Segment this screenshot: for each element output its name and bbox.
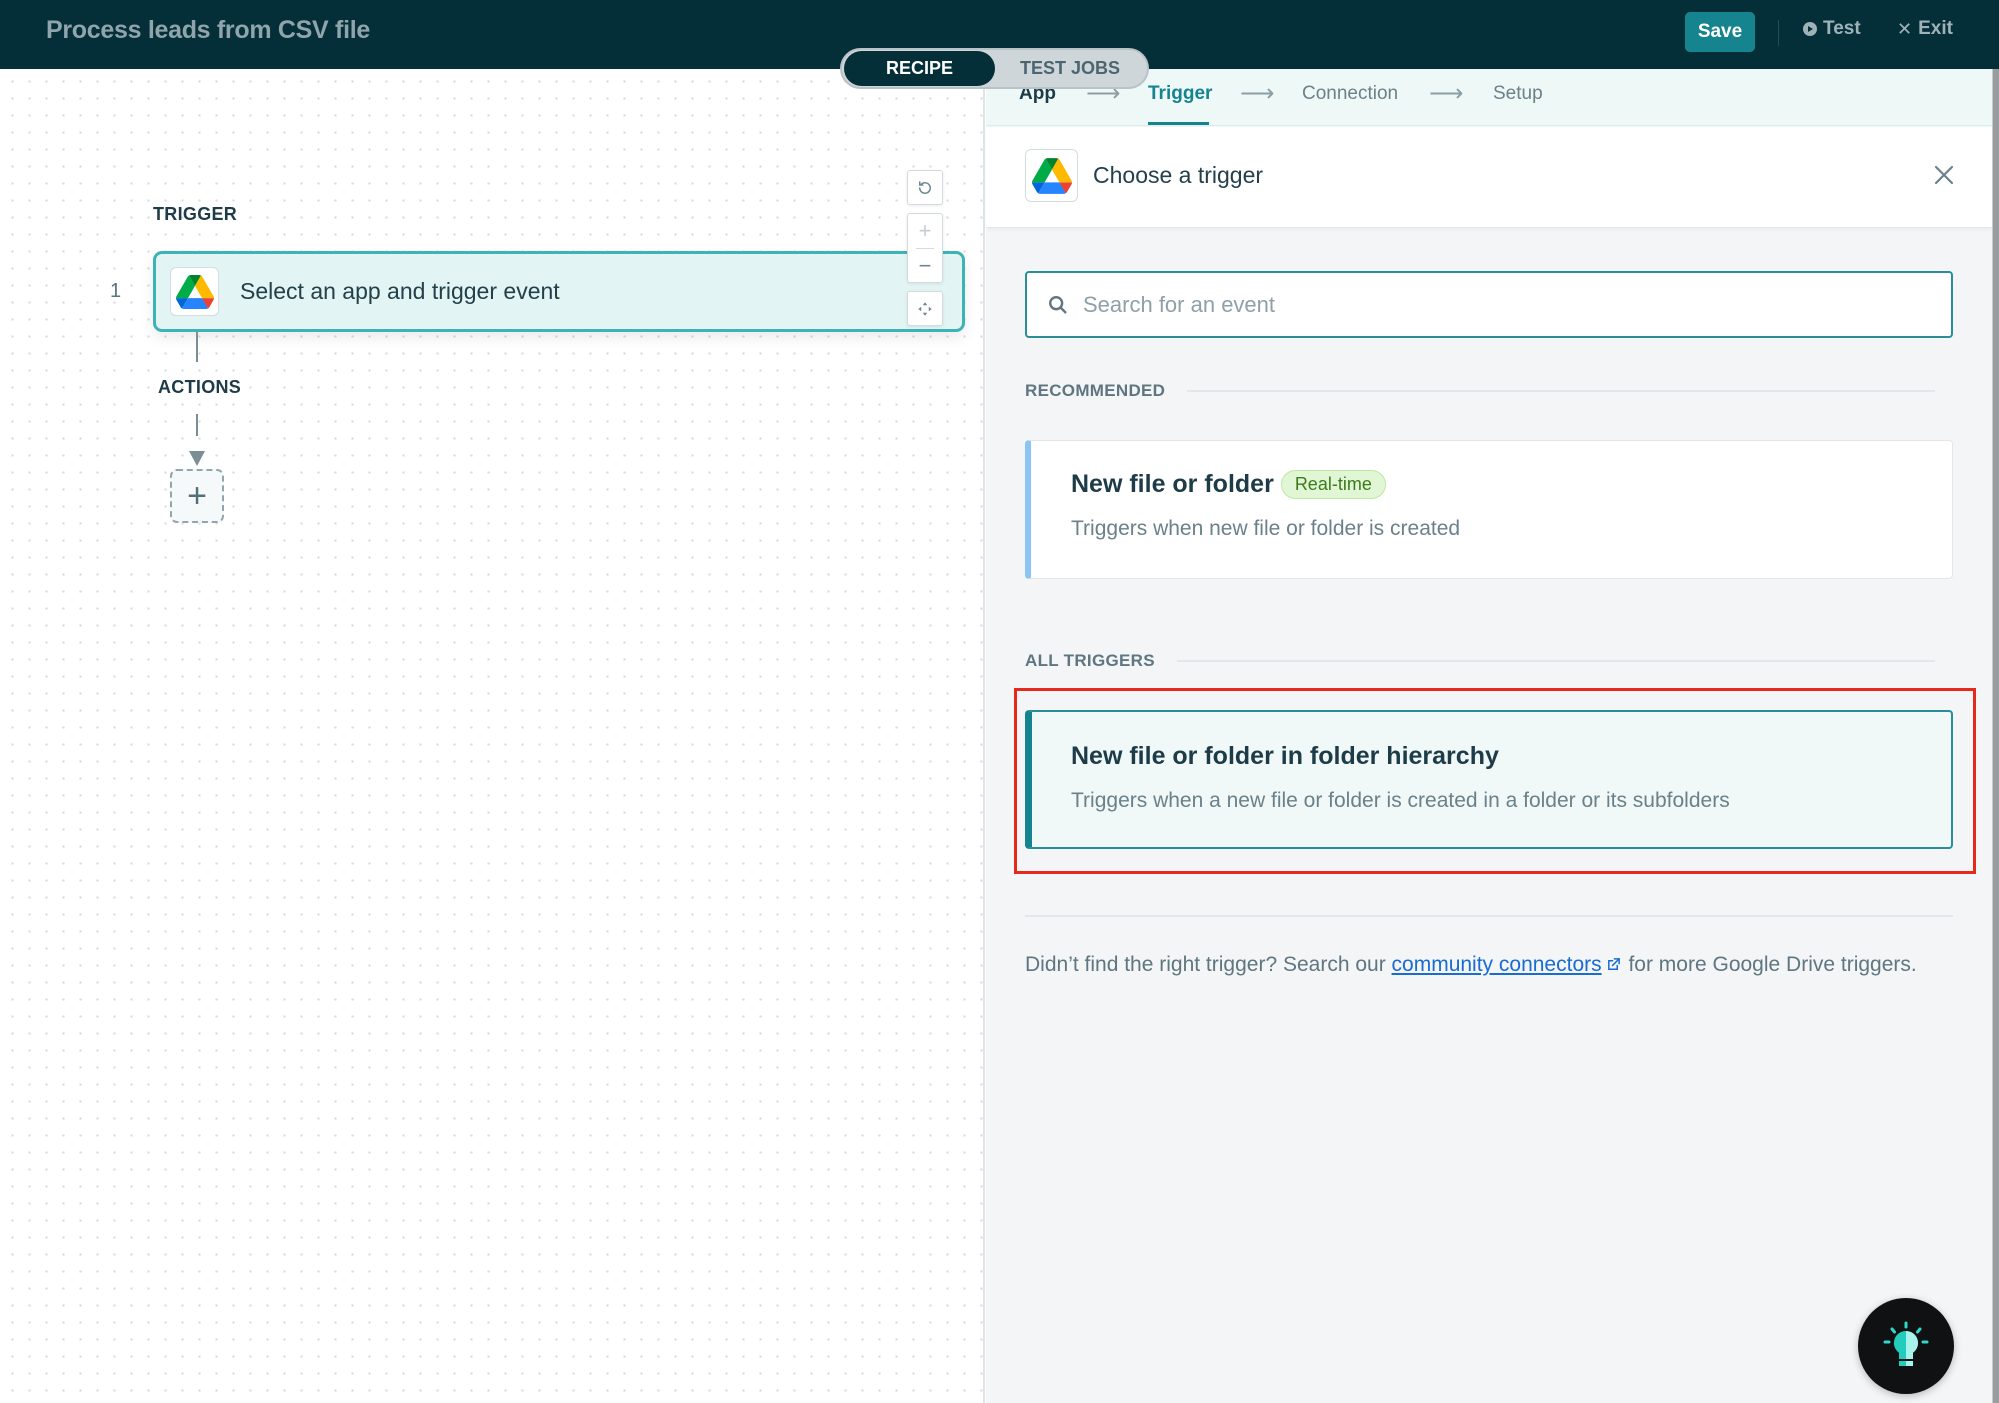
- panel-scrollbar[interactable]: [1992, 69, 1999, 1403]
- footer-text-before: Didn’t find the right trigger? Search ou…: [1025, 953, 1392, 976]
- connector-line: [196, 332, 198, 362]
- actions-section-label: ACTIONS: [158, 377, 242, 397]
- trigger-option-new-file-or-folder-in-hierarchy[interactable]: New file or folder in folder hierarchy T…: [1025, 710, 1953, 849]
- tab-test-jobs[interactable]: TEST JOBS: [995, 51, 1145, 86]
- zoom-control-group: + −: [907, 213, 943, 283]
- close-panel-button[interactable]: [1929, 160, 1959, 190]
- search-icon: [1049, 295, 1067, 314]
- trigger-option-description: Triggers when a new file or folder is cr…: [1071, 789, 1730, 812]
- trigger-option-description: Triggers when new file or folder is crea…: [1071, 517, 1461, 540]
- tab-recipe[interactable]: RECIPE: [844, 51, 995, 86]
- wizard-step-connection[interactable]: Connection: [1302, 83, 1398, 105]
- reset-icon: [919, 180, 931, 194]
- arrow-right-icon: ⟶: [1240, 80, 1275, 107]
- trigger-option-title: New file or folder Real-time: [1071, 470, 1386, 499]
- close-icon: ✕: [1897, 18, 1913, 39]
- divider: [1176, 660, 1935, 662]
- google-drive-icon: [170, 267, 219, 316]
- arrow-right-icon: ⟶: [1429, 80, 1464, 107]
- toolbar-divider: [1778, 20, 1779, 46]
- fit-to-screen-button[interactable]: [907, 291, 943, 326]
- mode-toggle: RECIPE TEST JOBS: [840, 48, 1149, 89]
- recipe-canvas[interactable]: TRIGGER 1 Select an app and trigger even…: [0, 69, 985, 1403]
- test-button[interactable]: Test: [1803, 18, 1861, 40]
- event-search-input[interactable]: [1083, 291, 1923, 318]
- zoom-out-button[interactable]: −: [908, 249, 942, 283]
- arrow-down-icon: [189, 451, 205, 466]
- wizard-step-setup[interactable]: Setup: [1493, 83, 1543, 105]
- recommended-heading-text: RECOMMENDED: [1025, 381, 1166, 400]
- community-connectors-note: Didn’t find the right trigger? Search ou…: [1025, 948, 1925, 982]
- connector-line: [196, 414, 198, 436]
- recipe-title[interactable]: Process leads from CSV file: [46, 16, 370, 45]
- trigger-step-card[interactable]: Select an app and trigger event: [153, 251, 965, 332]
- trigger-option-title-text: New file or folder: [1071, 470, 1274, 498]
- help-tips-button[interactable]: [1858, 1298, 1954, 1394]
- divider: [1187, 390, 1935, 392]
- test-label: Test: [1823, 18, 1861, 39]
- step-number: 1: [110, 280, 122, 302]
- save-button[interactable]: Save: [1685, 12, 1755, 52]
- realtime-badge: Real-time: [1280, 470, 1386, 499]
- exit-button[interactable]: ✕ Exit: [1897, 18, 1953, 40]
- community-connectors-link[interactable]: community connectors: [1392, 953, 1602, 976]
- add-action-button[interactable]: +: [170, 469, 224, 523]
- close-icon: [1934, 165, 1954, 185]
- trigger-card-text: Select an app and trigger event: [240, 278, 560, 304]
- panel-header: Choose a trigger: [986, 127, 1992, 228]
- trigger-picker-panel: App ⟶ Trigger ⟶ Connection ⟶ Setup Choos…: [986, 69, 1992, 1403]
- external-link-icon: [1607, 958, 1620, 970]
- exit-label: Exit: [1918, 18, 1953, 39]
- all-triggers-heading: ALL TRIGGERS: [1025, 651, 1935, 671]
- reset-view-button[interactable]: [907, 170, 943, 205]
- zoom-in-button[interactable]: +: [908, 214, 942, 248]
- recommended-heading: RECOMMENDED: [1025, 381, 1935, 401]
- wizard-step-trigger[interactable]: Trigger: [1148, 83, 1212, 105]
- trigger-option-new-file-or-folder[interactable]: New file or folder Real-time Triggers wh…: [1025, 440, 1953, 579]
- footer-text-after: for more Google Drive triggers.: [1622, 953, 1917, 976]
- all-triggers-heading-text: ALL TRIGGERS: [1025, 651, 1155, 670]
- lightbulb-icon: [1883, 1321, 1929, 1366]
- play-icon: [1803, 22, 1817, 36]
- fit-to-screen-icon: [918, 301, 932, 316]
- active-step-indicator: [1148, 122, 1209, 125]
- panel-title: Choose a trigger: [1093, 162, 1264, 188]
- trigger-section-label: TRIGGER: [153, 204, 238, 224]
- trigger-option-title: New file or folder in folder hierarchy: [1071, 742, 1499, 770]
- divider: [1025, 915, 1953, 917]
- event-search-field[interactable]: [1025, 271, 1953, 338]
- google-drive-icon: [1025, 149, 1078, 202]
